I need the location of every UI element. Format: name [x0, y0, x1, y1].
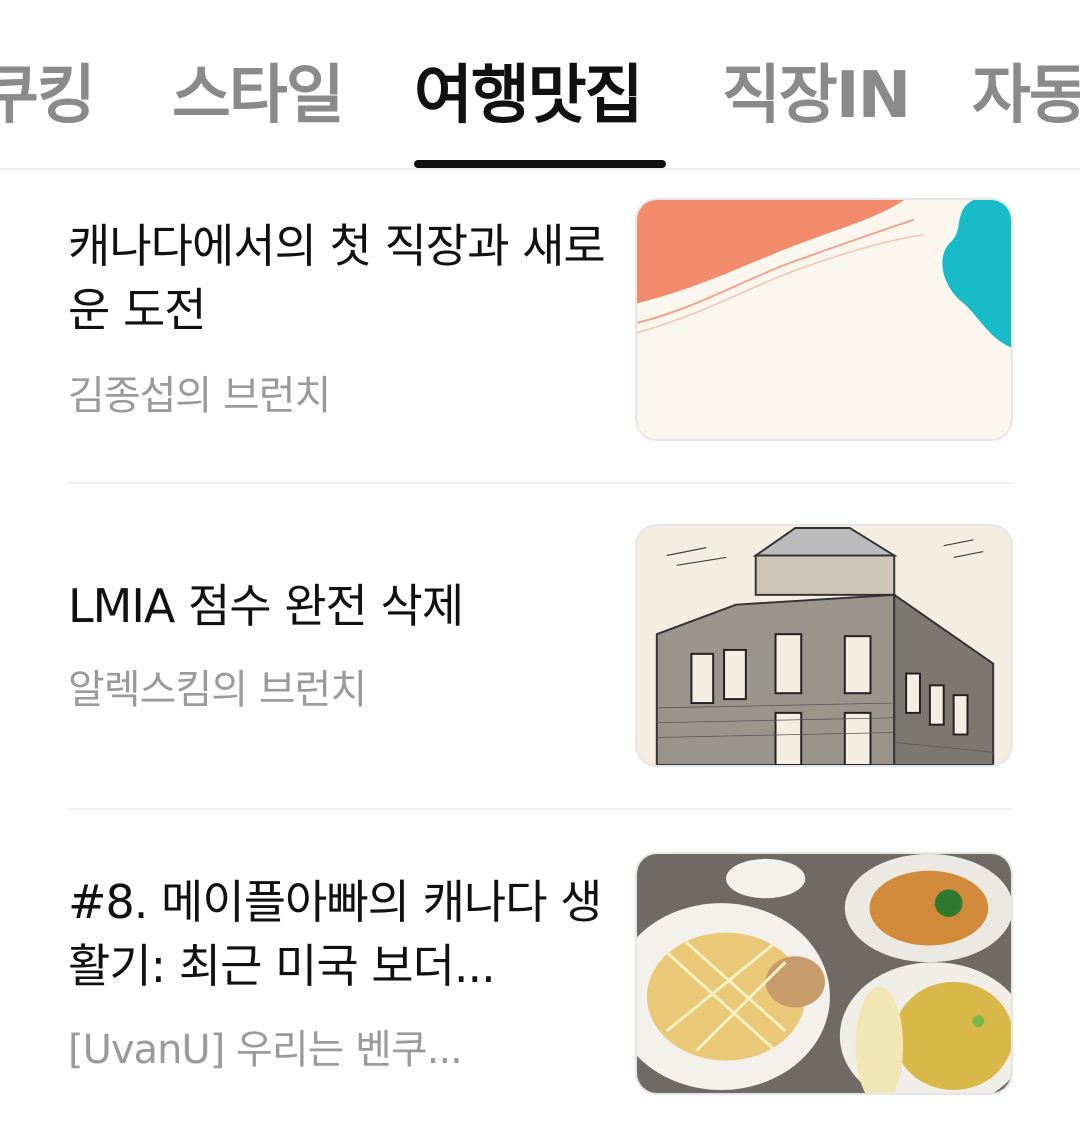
tab-style[interactable]: 스타일 — [172, 56, 345, 136]
article-item[interactable]: LMIA 점수 완전 삭제 알렉스킴의 브런치 — [68, 524, 1013, 767]
article-item[interactable]: 캐나다에서의 첫 직장과 새로운 도전 김종섭의 브런치 — [68, 198, 1013, 441]
thai-food-image — [637, 854, 1011, 1093]
abstract-illustration-image — [637, 200, 1011, 439]
tab-workplace[interactable]: 직장IN — [722, 56, 911, 136]
tab-car[interactable]: 자동차 — [972, 56, 1080, 136]
article-source: 김종섭의 브런치 — [68, 373, 331, 419]
divider — [68, 808, 1013, 810]
tab-travel-food[interactable]: 여행맛집 — [414, 56, 644, 136]
active-tab-indicator — [414, 160, 666, 168]
divider — [68, 482, 1013, 484]
article-thumbnail — [635, 198, 1013, 441]
article-title: 캐나다에서의 첫 직장과 새로운 도전 — [68, 219, 606, 337]
category-tab-bar: 쿠킹 스타일 여행맛집 직장IN 자동차 — [0, 0, 1080, 170]
brick-building-image — [637, 526, 1011, 765]
article-title: LMIA 점수 완전 삭제 — [68, 579, 464, 633]
article-source: 알렉스킴의 브런치 — [68, 667, 367, 713]
article-thumbnail — [635, 524, 1013, 767]
article-title: #8. 메이플아빠의 캐나다 생활기: 최근 미국 보더... — [68, 875, 603, 993]
article-source: [UvanU] 우리는 벤쿠... — [68, 1027, 463, 1073]
article-thumbnail — [635, 852, 1013, 1095]
article-item[interactable]: #8. 메이플아빠의 캐나다 생활기: 최근 미국 보더... [UvanU] … — [68, 852, 1013, 1095]
tab-cooking[interactable]: 쿠킹 — [0, 56, 96, 136]
